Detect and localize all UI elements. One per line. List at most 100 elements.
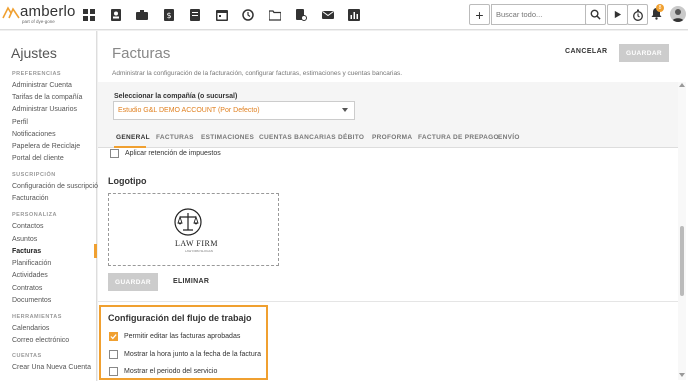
sidebar-item-contratos[interactable]: Contratos [12,285,42,292]
play-timer-button[interactable] [607,4,628,25]
company-select[interactable]: Estudio G&L DEMO ACCOUNT (Por Defecto) [113,101,355,120]
sidebar-section-personaliza: PERSONALIZA [12,212,57,218]
sidebar-item-crear-cuenta[interactable]: Crear Una Nueva Cuenta [12,364,91,371]
sidebar-item-facturacion[interactable]: Facturación [12,195,49,202]
sidebar-item-facturas[interactable]: Facturas [12,248,41,255]
sidebar-section-herramientas: HERRAMIENTAS [12,314,62,320]
service-period-label: Mostrar el periodo del servicio [124,368,218,375]
sidebar-item-correo[interactable]: Correo electrónico [12,337,69,344]
active-item-indicator [94,244,97,258]
sidebar-section-suscripcion: SUSCRIPCIÓN [12,172,56,178]
document-settings-icon[interactable] [292,6,310,24]
mail-icon[interactable] [319,6,337,24]
sidebar-item-portal-cliente[interactable]: Portal del cliente [12,155,64,162]
scroll-up-arrow-icon[interactable] [679,83,685,87]
save-button-top[interactable]: GUARDAR [619,44,669,62]
search-icon [590,9,601,20]
folder-icon[interactable] [266,6,284,24]
main-nav: $ [80,6,372,24]
company-select-value: Estudio G&L DEMO ACCOUNT (Por Defecto) [118,107,260,114]
sidebar-item-tarifas[interactable]: Tarifas de la compañía [12,94,82,101]
show-time-checkbox[interactable] [109,350,118,359]
timer-history-icon[interactable] [239,6,257,24]
billing-icon[interactable]: $ [160,6,178,24]
user-avatar[interactable] [670,6,686,22]
sidebar-title: Ajustes [11,45,57,61]
service-period-checkbox[interactable] [109,367,118,376]
page-description: Administrar la configuración de la factu… [112,70,403,77]
plus-icon: + [475,6,484,23]
scroll-down-arrow-icon[interactable] [679,373,685,377]
logo-firm-slogan: LAW FIRM SLOGAN [185,249,213,253]
sidebar-section-cuentas: CUENTAS [12,353,42,359]
sidebar-item-perfil[interactable]: Perfil [12,119,28,126]
main-content: Facturas Administrar la configuración de… [98,31,688,381]
tax-retention-option[interactable]: Aplicar retención de impuestos [110,149,221,158]
tab-estimaciones[interactable]: ESTIMACIONES [201,134,254,141]
company-label: Seleccionar la compañía (o sucursal) [114,93,238,100]
brand-name: amberlo [20,3,76,20]
search-button[interactable] [585,4,606,25]
tax-retention-checkbox[interactable] [110,149,119,158]
logo-delete-button[interactable]: ELIMINAR [173,278,209,285]
notification-count-badge: 8 [656,4,664,12]
reports-icon[interactable] [345,6,363,24]
workflow-section-title: Configuración del flujo de trabajo [108,313,252,323]
tab-proforma[interactable]: PROFORMA [372,134,412,141]
briefcase-icon[interactable] [133,6,151,24]
settings-sidebar: Ajustes PREFERENCIAS Administrar Cuenta … [0,31,102,381]
stopwatch-button[interactable] [627,4,648,25]
logo-save-button[interactable]: GUARDAR [108,273,158,291]
workflow-option-edit-approved[interactable]: Permitir editar las facturas aprobadas [109,332,240,341]
tab-facturas[interactable]: FACTURAS [156,134,194,141]
sidebar-item-contactos[interactable]: Contactos [12,223,44,230]
sidebar-section-preferencias: PREFERENCIAS [12,71,62,77]
law-firm-scales-icon [174,208,202,236]
scrollbar-thumb[interactable] [680,226,684,296]
tab-cuentas-bancarias[interactable]: CUENTAS BANCARIAS [259,134,336,141]
tab-debito[interactable]: DÉBITO [338,134,364,141]
edit-approved-checkbox[interactable] [109,332,118,341]
contacts-icon[interactable] [107,6,125,24]
brand-tagline: part of dye-gone [22,19,55,24]
amberlo-logo-mark-icon [2,6,20,19]
workflow-option-show-time[interactable]: Mostrar la hora junto a la fecha de la f… [109,350,261,359]
add-button[interactable]: + [469,4,490,25]
dashboard-icon[interactable] [80,6,98,24]
sidebar-item-calendarios[interactable]: Calendarios [12,325,49,332]
sidebar-item-planificacion[interactable]: Planificación [12,260,51,267]
sidebar-item-actividades[interactable]: Actividades [12,272,48,279]
calendar-icon[interactable] [213,6,231,24]
edit-approved-label: Permitir editar las facturas aprobadas [124,333,241,340]
sidebar-item-notificaciones[interactable]: Notificaciones [12,131,56,138]
sidebar-item-administrar-cuenta[interactable]: Administrar Cuenta [12,82,72,89]
page-title: Facturas [112,45,171,62]
active-tab-indicator [114,146,146,148]
svg-text:$: $ [166,11,171,20]
logo-firm-name: LAW FIRM [175,239,218,248]
tab-envio[interactable]: ENVÍO [498,134,520,141]
cancel-button[interactable]: CANCELAR [565,48,607,55]
notifications-button[interactable]: 8 [651,4,664,21]
sidebar-item-documentos[interactable]: Documentos [12,297,51,304]
search-input[interactable] [491,4,586,25]
top-bar: amberlo part of dye-gone $ + 8 [0,0,688,30]
settings-tabs: GENERAL FACTURAS ESTIMACIONES CUENTAS BA… [98,128,678,148]
tab-factura-prepago[interactable]: FACTURA DE PREPAGO [418,134,499,141]
amberlo-logo[interactable]: amberlo part of dye-gone [2,3,76,27]
logo-section-title: Logotipo [108,176,147,186]
workflow-option-service-period[interactable]: Mostrar el periodo del servicio [109,367,217,376]
sidebar-item-administrar-usuarios[interactable]: Administrar Usuarios [12,106,77,113]
show-time-label: Mostrar la hora junto a la fecha de la f… [124,351,261,358]
tax-retention-label: Aplicar retención de impuestos [125,150,221,157]
avatar-icon [672,9,684,22]
chevron-down-icon [342,108,348,112]
checkmark-icon [110,334,117,340]
play-icon [614,10,622,19]
sidebar-item-asuntos[interactable]: Asuntos [12,236,37,243]
sidebar-item-papelera[interactable]: Papelera de Reciclaje [12,143,80,150]
sidebar-item-config-suscripcion[interactable]: Configuración de suscripción [12,183,102,190]
document-icon[interactable] [186,6,204,24]
tab-general[interactable]: GENERAL [116,134,150,141]
section-divider [98,301,678,302]
